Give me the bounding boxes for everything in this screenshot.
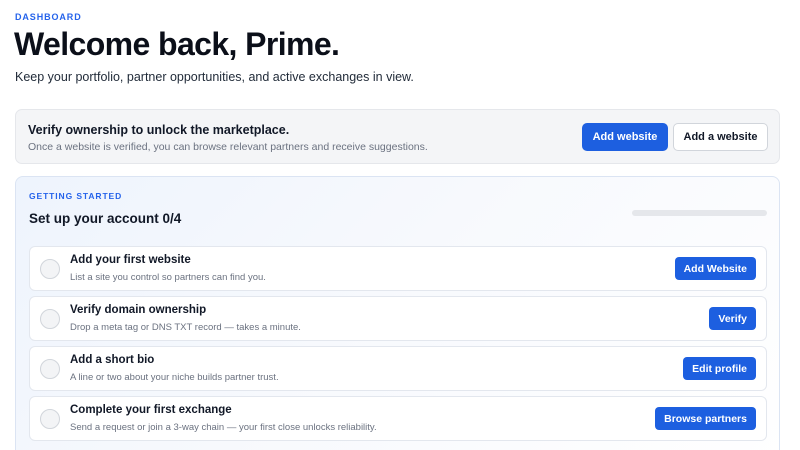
task-desc: Drop a meta tag or DNS TXT record — take… [70,322,301,333]
task-verify-button[interactable]: Verify [709,307,756,330]
task-item-verify-domain: Verify domain ownership Drop a meta tag … [29,296,767,341]
task-item-first-exchange: Complete your first exchange Send a requ… [29,396,767,441]
circle-checkbox-icon[interactable] [40,259,60,279]
page-eyebrow: DASHBOARD [15,12,82,22]
progress-bar [632,210,767,216]
task-add-website-button[interactable]: Add Website [674,257,756,280]
getting-started-panel: GETTING STARTED Set up your account 0/4 … [15,176,780,450]
circle-checkbox-icon[interactable] [40,359,60,379]
add-a-website-button[interactable]: Add a website [673,123,768,151]
task-title: Add your first website [70,254,191,266]
task-desc: Send a request or join a 3-way chain — y… [70,422,377,433]
add-website-button[interactable]: Add website [582,123,668,151]
page-title: Welcome back, Prime. [14,26,340,62]
banner-text: Once a website is verified, you can brow… [28,141,428,153]
task-title: Complete your first exchange [70,404,232,416]
page-subtitle: Keep your portfolio, partner opportuniti… [15,70,414,84]
task-desc: A line or two about your niche builds pa… [70,372,279,383]
task-edit-profile-button[interactable]: Edit profile [683,357,756,380]
task-title: Verify domain ownership [70,304,207,316]
panel-title: Set up your account 0/4 [29,211,182,226]
task-browse-partners-button[interactable]: Browse partners [655,407,756,430]
circle-checkbox-icon[interactable] [40,309,60,329]
verify-banner: Verify ownership to unlock the marketpla… [15,109,780,164]
task-item-short-bio: Add a short bio A line or two about your… [29,346,767,391]
panel-eyebrow: GETTING STARTED [29,191,123,201]
task-title: Add a short bio [70,354,155,366]
task-item-add-website: Add your first website List a site you c… [29,246,767,291]
task-desc: List a site you control so partners can … [70,272,266,283]
banner-title: Verify ownership to unlock the marketpla… [28,123,290,137]
circle-checkbox-icon[interactable] [40,409,60,429]
